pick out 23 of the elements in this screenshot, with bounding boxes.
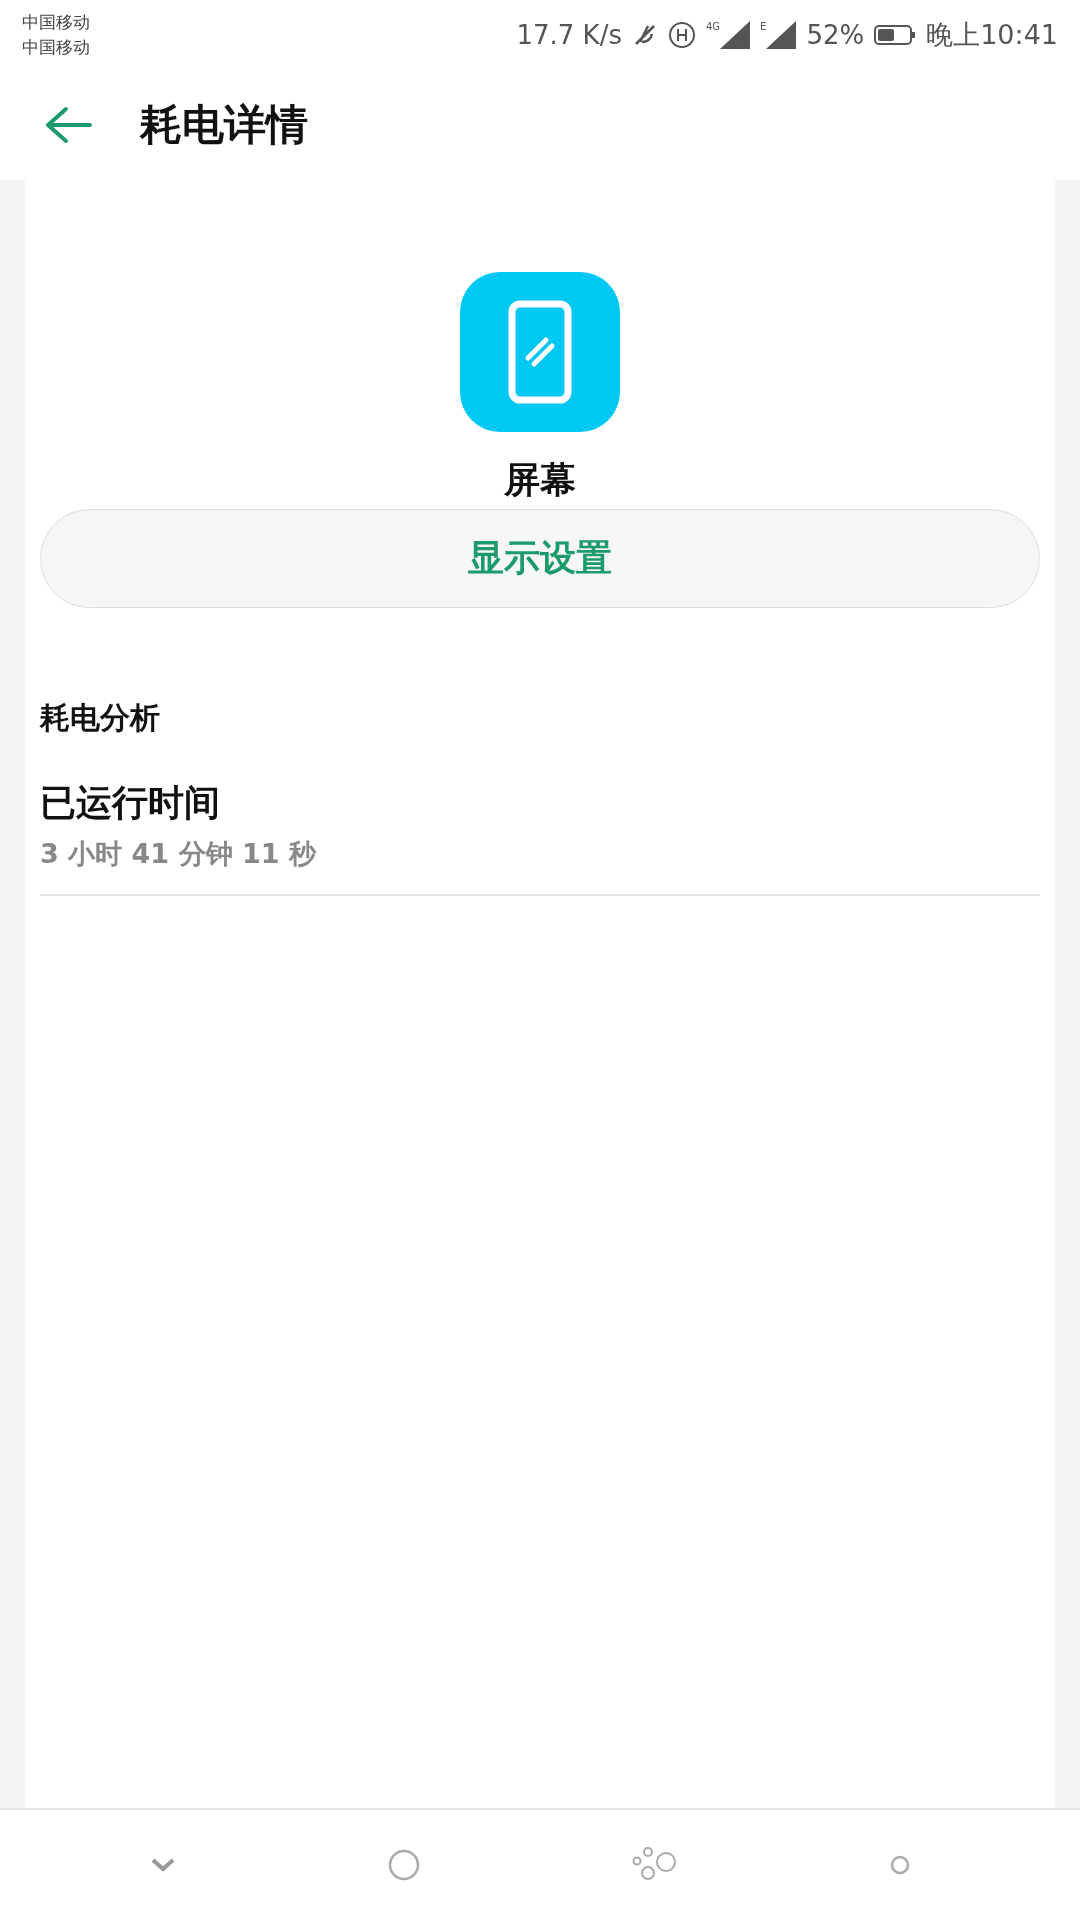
battery-percent: 52% [806,20,865,50]
screen-app-icon [460,272,620,432]
item-name: 屏幕 [504,458,576,502]
network-speed: 17.7 K/s [516,20,622,50]
carrier-name: 中国移动 [22,11,90,34]
home-nav-button[interactable] [388,1849,420,1881]
recents-nav-button[interactable] [632,1847,678,1883]
row-value: 3 小时 41 分钟 11 秒 [40,837,318,871]
back-icon[interactable] [44,105,92,145]
signal-icon [766,21,797,49]
battery-icon [874,25,917,45]
hd-icon [667,21,696,49]
section-title: 耗电分析 [40,699,161,737]
row-label: 已运行时间 [40,781,221,825]
notification-nav-button[interactable] [890,1855,910,1875]
display-settings-button[interactable]: 显示设置 [40,509,1040,608]
network-type: 4G [705,21,721,32]
back-nav-button[interactable] [150,1857,176,1873]
carrier-name: 中国移动 [22,36,90,59]
page-title: 耗电详情 [140,99,308,151]
signal-icon [720,21,751,49]
network-type: E [760,21,767,32]
clock: 晚上10:41 [926,18,1058,52]
